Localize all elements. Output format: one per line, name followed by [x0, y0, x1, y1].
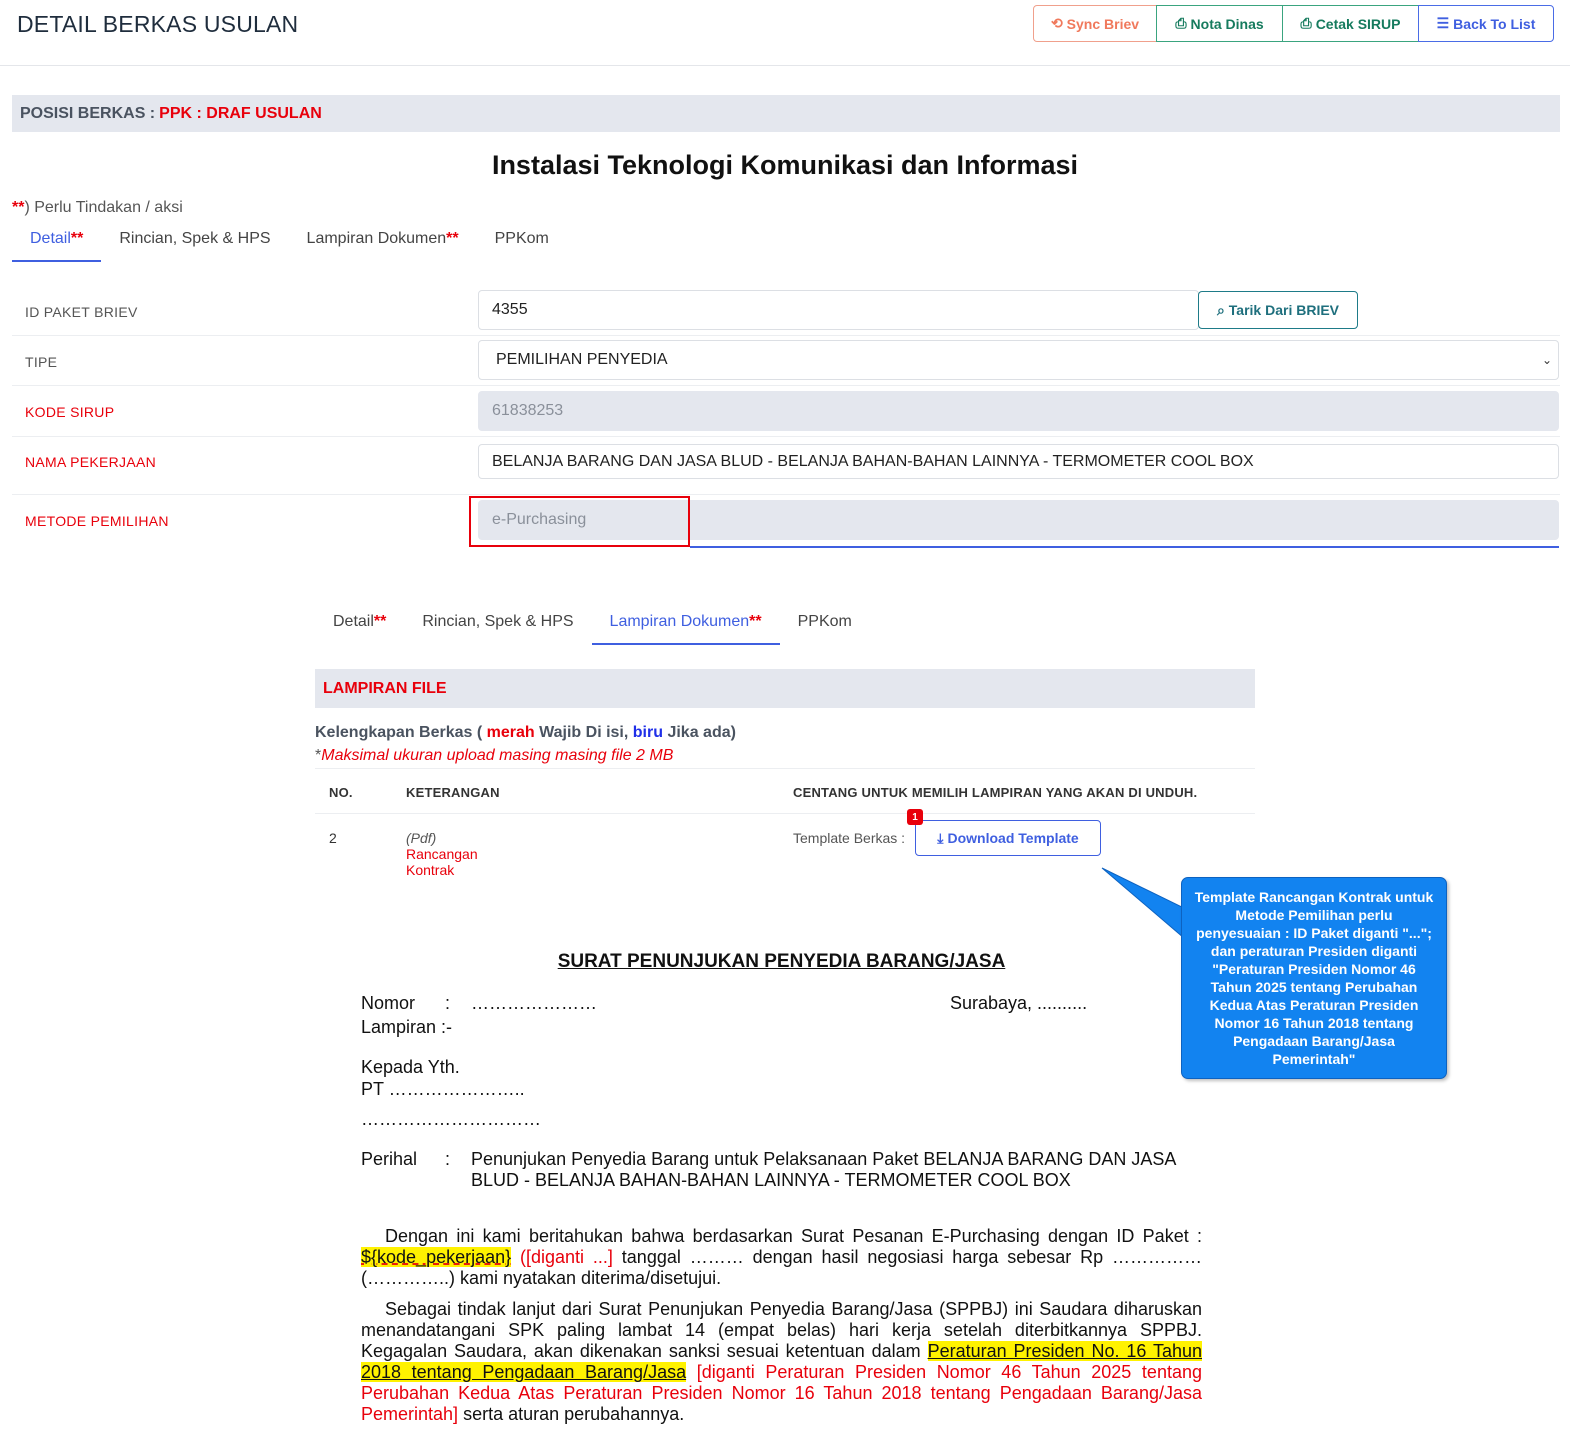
position-value: PPK : DRAF USULAN [159, 104, 322, 122]
tab-rincian[interactable]: Rincian, Spek & HPS [404, 607, 591, 645]
template-label: Template Berkas : [793, 830, 906, 846]
tipe-select[interactable]: PEMILIHAN PENYEDIA ⌄ [478, 340, 1559, 380]
page-title: DETAIL BERKAS USULAN [17, 11, 299, 37]
nota-dinas-button[interactable]: ⎙ Nota Dinas [1156, 5, 1283, 42]
max-size-note: *Maksimal ukuran upload masing masing fi… [315, 747, 674, 764]
kode-sirup-input: 61838253 [478, 391, 1559, 431]
letter-perihal-line2: BLUD - BELANJA BAHAN-BAHAN LAINNYA - TER… [471, 1170, 1071, 1190]
tab-lampiran[interactable]: Lampiran Dokumen** [591, 607, 780, 645]
form-row-id-paket: ID PAKET BRIEV 4355 ⌕ Tarik Dari BRIEV [12, 286, 1560, 336]
form-row-kode-sirup: KODE SIRUP 61838253 [12, 386, 1560, 437]
tab-bar-top: Detail** Rincian, Spek & HPS Lampiran Do… [12, 224, 567, 262]
table-row: 2 Rancangan Kontrak (Pdf) Template Berka… [315, 814, 1255, 878]
letter-paragraph-2: Sebagai tindak lanjut dari Surat Penunju… [361, 1299, 1202, 1424]
tarik-briev-button[interactable]: ⌕ Tarik Dari BRIEV [1198, 291, 1358, 329]
nama-pekerjaan-label: NAMA PEKERJAAN [25, 454, 157, 470]
lampiran-table-header: NO. KETERANGAN CENTANG UNTUK MEMILIH LAM… [315, 768, 1255, 814]
action-note: **) Perlu Tindakan / aksi [12, 199, 183, 216]
col-keterangan: KETERANGAN [406, 785, 500, 800]
tab-detail[interactable]: Detail** [315, 607, 404, 645]
metode-label: METODE PEMILIHAN [25, 513, 169, 529]
list-icon: ☰ [1436, 15, 1450, 31]
letter-city-date: Surabaya, .......... [950, 993, 1088, 1013]
letter-address: ………………………… [361, 1109, 541, 1129]
download-template-button[interactable]: ⤓ Download Template [915, 820, 1101, 856]
form-row-tipe: TIPE PEMILIHAN PENYEDIA ⌄ [12, 336, 1560, 386]
tab-lampiran[interactable]: Lampiran Dokumen** [289, 224, 477, 262]
unit-title: Instalasi Teknologi Komunikasi dan Infor… [491, 150, 1079, 180]
letter-perihal: Perihal : [361, 1149, 451, 1169]
page-header: DETAIL BERKAS USULAN ⟲ Sync Briev ⎙ Nota… [0, 0, 1570, 66]
chevron-down-icon: ⌄ [1541, 353, 1552, 367]
lampiran-header: LAMPIRAN FILE [315, 669, 1255, 708]
download-icon: ⤓ [937, 829, 944, 846]
tab-bar-bottom: Detail** Rincian, Spek & HPS Lampiran Do… [315, 607, 870, 645]
form-row-metode: METODE PEMILIHAN e-Purchasing [12, 495, 1560, 546]
nama-pekerjaan-input[interactable]: BELANJA BARANG DAN JASA BLUD - BELANJA B… [478, 444, 1559, 479]
tab-ppkom[interactable]: PPKom [780, 607, 870, 645]
letter-nomor: Nomor : ………………… [361, 993, 597, 1013]
tab-rincian[interactable]: Rincian, Spek & HPS [101, 224, 288, 262]
back-to-list-button[interactable]: ☰ Back To List [1418, 5, 1554, 42]
position-bar: POSISI BERKAS : PPK : DRAF USULAN [12, 95, 1560, 132]
search-icon: ⌕ [1216, 301, 1225, 318]
id-paket-label: ID PAKET BRIEV [25, 304, 138, 320]
tab-detail[interactable]: Detail** [12, 224, 102, 262]
row-no: 2 [329, 830, 337, 846]
annotation-badge: 1 [907, 809, 923, 825]
letter-kepada: Kepada Yth. [361, 1057, 460, 1077]
row-keterangan: Rancangan Kontrak (Pdf) [406, 830, 478, 878]
printer-icon: ⎙ [1300, 15, 1312, 31]
tipe-label: TIPE [25, 354, 58, 370]
id-paket-input[interactable]: 4355 [478, 290, 1199, 330]
tab-ppkom[interactable]: PPKom [477, 224, 567, 262]
printer-icon: ⎙ [1175, 15, 1187, 31]
kelengkapan-note: Kelengkapan Berkas ( merah Wajib Di isi,… [315, 724, 736, 741]
form-row-nama-pekerjaan: NAMA PEKERJAAN BELANJA BARANG DAN JASA B… [12, 437, 1560, 495]
cetak-sirup-button[interactable]: ⎙ Cetak SIRUP [1282, 5, 1419, 42]
history-icon: ⟲ [1050, 15, 1063, 31]
annotation-highlight-box [469, 496, 690, 547]
col-centang: CENTANG UNTUK MEMILIH LAMPIRAN YANG AKAN… [793, 785, 1198, 800]
letter-lampiran: Lampiran :- [361, 1017, 453, 1037]
letter-paragraph-1: Dengan ini kami beritahukan bahwa berdas… [361, 1226, 1202, 1288]
annotation-callout: Template Rancangan Kontrak untuk Metode … [1181, 877, 1447, 1079]
sync-briev-button[interactable]: ⟲ Sync Briev [1033, 5, 1157, 42]
annotation-underline [690, 546, 1559, 548]
letter-title: SURAT PENUNJUKAN PENYEDIA BARANG/JASA [557, 951, 1006, 972]
kode-sirup-label: KODE SIRUP [25, 404, 115, 420]
letter-pt: PT ………………….. [361, 1079, 525, 1099]
letter-perihal-line1: Penunjukan Penyedia Barang untuk Pelaksa… [471, 1149, 1177, 1169]
position-label: POSISI BERKAS : [20, 104, 156, 122]
col-no: NO. [329, 785, 353, 800]
